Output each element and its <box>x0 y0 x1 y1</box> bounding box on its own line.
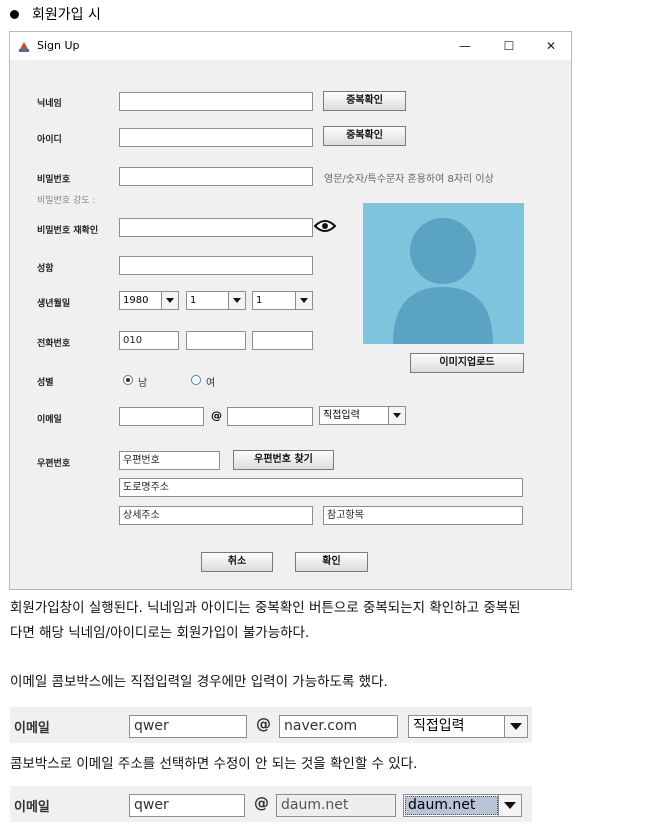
password-confirm-input[interactable] <box>119 218 313 237</box>
email-domain-combo-value: 직접입력 <box>413 718 465 734</box>
email-domain-combo-value: daum.net <box>408 797 476 813</box>
cancel-button[interactable]: 취소 <box>201 552 273 572</box>
email-domain-combo-value: 직접입력 <box>323 410 360 421</box>
email-domain-combo[interactable]: daum.net <box>403 794 522 817</box>
birth-year-combo[interactable]: 1980 <box>119 291 179 310</box>
minimize-icon: — <box>459 39 471 53</box>
chevron-down-icon <box>498 795 521 816</box>
gender-male-radio[interactable] <box>123 375 133 385</box>
zip-input[interactable]: 우편번호 <box>119 451 220 470</box>
maximize-icon: ☐ <box>503 39 515 53</box>
password-label: 비밀번호 <box>37 175 71 185</box>
signup-window: Sign Up — ☐ ✕ 닉네임 중복확인 아이디 중복확인 비밀번호 영문/… <box>9 31 572 590</box>
id-label: 아이디 <box>37 135 62 145</box>
password-hint: 영문/숫자/특수문자 혼용하여 8자리 이상 <box>324 174 494 185</box>
email-label: 이메일 <box>14 800 50 815</box>
birth-month-value: 1 <box>190 295 197 306</box>
email-domain-combo[interactable]: 직접입력 <box>319 406 406 425</box>
email-example-selected: 이메일 qwer @ daum.net daum.net <box>10 786 532 822</box>
name-input[interactable] <box>119 256 313 275</box>
window-title: Sign Up <box>37 39 80 52</box>
gender-male-label: 남 <box>138 378 148 389</box>
password-confirm-label: 비밀번호 재확인 <box>37 226 99 236</box>
gender-female-radio[interactable] <box>191 375 201 385</box>
id-input[interactable] <box>119 128 313 147</box>
email-domain-input[interactable]: naver.com <box>279 715 398 738</box>
reference-input[interactable]: 참고항목 <box>323 506 523 525</box>
email-local-input[interactable]: qwer <box>129 715 247 738</box>
bullet-icon <box>10 10 19 19</box>
phone-middle-input[interactable] <box>186 331 246 350</box>
id-check-button[interactable]: 중복확인 <box>323 126 406 146</box>
chevron-down-icon <box>504 716 527 737</box>
chevron-down-icon <box>228 292 245 309</box>
at-sign: @ <box>211 409 222 422</box>
birth-day-value: 1 <box>256 295 263 306</box>
phone-label: 전화번호 <box>37 339 71 349</box>
chevron-down-icon <box>295 292 312 309</box>
description-email-combo: 이메일 콤보박스에는 직접입력일 경우에만 입력이 가능하도록 했다. <box>10 674 388 690</box>
profile-image <box>363 203 524 344</box>
nickname-check-button[interactable]: 중복확인 <box>323 91 406 111</box>
email-example-direct: 이메일 qwer @ naver.com 직접입력 <box>10 707 532 743</box>
email-local-input[interactable] <box>119 407 204 426</box>
gender-female-label: 여 <box>206 378 216 389</box>
close-button[interactable]: ✕ <box>536 36 566 56</box>
name-label: 성함 <box>37 264 54 274</box>
gender-label: 성별 <box>37 378 54 388</box>
section-heading: 회원가입 시 <box>32 7 101 23</box>
password-strength-label: 비밀번호 강도 : <box>37 196 96 206</box>
find-zip-button[interactable]: 우편번호 찾기 <box>233 450 334 470</box>
description-line-1: 회원가입창이 실행된다. 닉네임과 아이디는 중복확인 버튼으로 중복되는지 확… <box>10 600 521 616</box>
email-label: 이메일 <box>37 415 62 425</box>
at-sign: @ <box>254 794 269 812</box>
java-app-icon <box>17 39 31 53</box>
road-address-input[interactable]: 도로명주소 <box>119 478 523 497</box>
email-local-input[interactable]: qwer <box>129 794 245 817</box>
close-icon: ✕ <box>545 39 557 53</box>
detail-address-input[interactable]: 상세주소 <box>119 506 313 525</box>
ok-button[interactable]: 확인 <box>295 552 368 572</box>
phone-first-input[interactable]: 010 <box>119 331 179 350</box>
at-sign: @ <box>256 715 271 733</box>
email-domain-input[interactable] <box>227 407 313 426</box>
birth-label: 생년월일 <box>37 299 71 309</box>
birth-day-combo[interactable]: 1 <box>252 291 313 310</box>
chevron-down-icon <box>161 292 178 309</box>
zip-label: 우편번호 <box>37 459 71 469</box>
avatar-icon <box>393 218 493 344</box>
image-upload-button[interactable]: 이미지업로드 <box>410 353 524 373</box>
email-domain-input-disabled: daum.net <box>276 794 396 817</box>
title-bar: Sign Up — ☐ ✕ <box>10 32 571 60</box>
birth-year-value: 1980 <box>123 295 149 306</box>
minimize-button[interactable]: — <box>450 36 480 56</box>
description-line-2: 다면 해당 닉네임/아이디로는 회원가입이 불가능하다. <box>10 625 310 641</box>
password-input[interactable] <box>119 167 313 186</box>
email-domain-combo[interactable]: 직접입력 <box>408 715 528 738</box>
email-label: 이메일 <box>14 721 50 736</box>
maximize-button[interactable]: ☐ <box>494 36 524 56</box>
birth-month-combo[interactable]: 1 <box>186 291 246 310</box>
nickname-label: 닉네임 <box>37 99 62 109</box>
phone-last-input[interactable] <box>252 331 313 350</box>
chevron-down-icon <box>388 407 405 424</box>
nickname-input[interactable] <box>119 92 313 111</box>
description-combo-locked: 콤보박스로 이메일 주소를 선택하면 수정이 안 되는 것을 확인할 수 있다. <box>10 756 418 772</box>
eye-icon[interactable] <box>314 219 336 233</box>
